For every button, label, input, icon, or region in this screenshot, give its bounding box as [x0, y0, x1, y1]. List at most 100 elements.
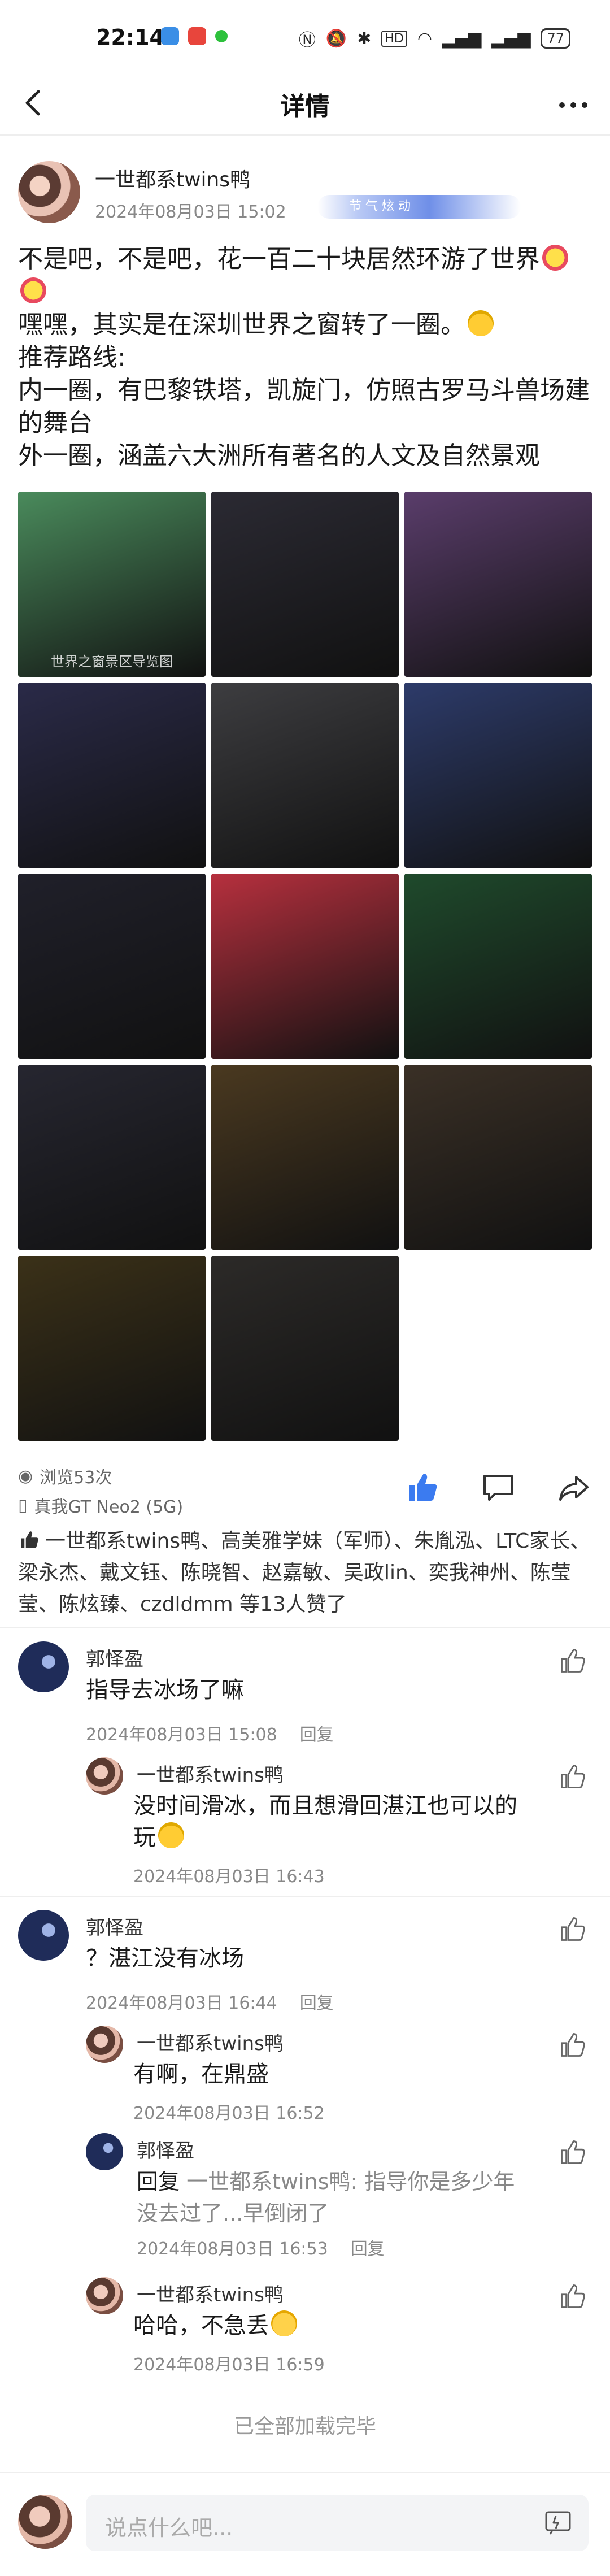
sunglasses-emoji-icon [158, 1822, 184, 1848]
comment-author[interactable]: 郭怿盈 [86, 1644, 143, 1671]
more-icon[interactable] [554, 88, 593, 122]
post-photo[interactable] [211, 683, 399, 868]
like-icon[interactable] [558, 1914, 587, 1944]
post-stats: ◉ 浏览53次 ▯ 真我GT Neo2 (5G) [18, 1463, 592, 1520]
author-badge: 节 气 炫 动 [317, 195, 521, 219]
notification-app-icon [161, 27, 179, 45]
comment-time: 2024年08月03日 16:53 [137, 2239, 328, 2259]
comment-author[interactable]: 一世都系twins鸭 [137, 1760, 284, 1787]
post-photo[interactable] [404, 492, 592, 677]
status-indicators: Ⓝ 🔕 ✱ HD ◠ ▂▄▆ ▂▄▆ 77 [299, 26, 570, 51]
post-actions [404, 1469, 592, 1505]
post-photo[interactable] [18, 874, 206, 1059]
share-icon[interactable] [556, 1469, 592, 1505]
comment-input[interactable]: 说点什么吧... [86, 2495, 589, 2551]
clown-emoji-icon [20, 277, 46, 303]
post-line: 推荐路线: [18, 343, 126, 372]
post-content: 不是吧，不是吧，花一百二十块居然环游了世界 嘿嘿，其实是在深圳世界之窗转了一圈。… [18, 243, 592, 472]
avatar[interactable] [18, 2495, 72, 2549]
wechat-icon [215, 30, 228, 42]
avatar[interactable] [86, 2277, 123, 2314]
comment-text-content: 哈哈，不急丢 [133, 2313, 269, 2339]
post-author: 一世都系twins鸭 2024年08月03日 15:02 节 气 炫 动 [18, 161, 592, 229]
avatar[interactable] [86, 1757, 123, 1795]
like-icon[interactable] [558, 2138, 587, 2167]
comment-meta: 2024年08月03日 16:53 回复 [137, 2235, 385, 2260]
battery-icon: 77 [541, 28, 570, 49]
like-icon[interactable] [558, 1762, 587, 1791]
like-icon[interactable] [404, 1469, 441, 1505]
reply-prefix: 回复 [137, 2169, 180, 2194]
page-title: 详情 [280, 92, 330, 121]
comment-text: 有啊，在鼎盛 [133, 2061, 269, 2087]
notification-app-icon [188, 27, 206, 45]
post-photo[interactable] [404, 683, 592, 868]
post-photo[interactable] [211, 874, 399, 1059]
post-photo[interactable] [211, 492, 399, 677]
comment-author[interactable]: 郭怿盈 [86, 1912, 143, 1940]
avatar[interactable] [18, 1910, 69, 1961]
like-icon[interactable] [558, 1646, 587, 1675]
comment-bar: 说点什么吧... [0, 2472, 610, 2576]
nav-bar: 详情 [0, 73, 610, 136]
likes-list: 一世都系twins鸭、高美雅学妹（军师）、朱胤泓、LTC家长、梁永杰、戴文钰、陈… [18, 1526, 592, 1621]
comment-author[interactable]: 一世都系twins鸭 [137, 2279, 284, 2307]
avatar[interactable] [18, 161, 80, 223]
status-app-icons [161, 27, 228, 45]
post-photo[interactable] [404, 1065, 592, 1250]
views-row: ◉ 浏览53次 [18, 1463, 112, 1488]
divider [0, 1627, 610, 1628]
all-loaded-text: 已全部加载完毕 [233, 2415, 376, 2438]
comment-meta: 2024年08月03日 16:44 回复 [86, 1989, 334, 2014]
post-photo[interactable] [211, 1065, 399, 1250]
photo-grid: 世界之窗景区导览图 [18, 492, 592, 1441]
reply-button[interactable]: 回复 [300, 1993, 334, 2013]
status-time: 22:14 [96, 25, 164, 50]
post-photo[interactable] [211, 1256, 399, 1441]
comment-author[interactable]: 郭怿盈 [137, 2135, 194, 2163]
comment-text-content: 没时间滑冰，而且想滑回湛江也可以的玩 [133, 1793, 517, 1850]
comment-time: 2024年08月03日 16:52 [133, 2104, 325, 2123]
sunglasses-emoji-icon [468, 310, 494, 336]
author-name[interactable]: 一世都系twins鸭 [95, 163, 250, 193]
smile-emoji-icon [271, 2310, 297, 2336]
post-photo[interactable] [404, 874, 592, 1059]
status-bar: 22:14 Ⓝ 🔕 ✱ HD ◠ ▂▄▆ ▂▄▆ 77 [0, 0, 610, 73]
signal-icon: ▂▄▆ [442, 28, 482, 49]
comment-text: 指导去冰场了嘛 [86, 1677, 244, 1703]
like-icon[interactable] [558, 2030, 587, 2060]
post-line: 外一圈，涵盖六大洲所有著名的人文及自然景观 [18, 441, 540, 470]
comment-time: 2024年08月03日 15:08 [86, 1725, 277, 1745]
device-name: 真我GT Neo2 (5G) [34, 1497, 184, 1517]
view-count: 浏览53次 [40, 1468, 112, 1488]
thumb-up-icon [21, 1531, 38, 1548]
reply-button[interactable]: 回复 [300, 1725, 334, 1745]
phone-icon: ▯ [18, 1495, 28, 1515]
avatar[interactable] [86, 2026, 123, 2063]
likes-text[interactable]: 一世都系twins鸭、高美雅学妹（军师）、朱胤泓、LTC家长、梁永杰、戴文钰、陈… [18, 1530, 590, 1616]
post-time: 2024年08月03日 15:02 [95, 202, 286, 222]
post-photo[interactable] [18, 1065, 206, 1250]
avatar[interactable] [18, 1641, 69, 1692]
like-icon[interactable] [558, 2282, 587, 2311]
comment-text: 哈哈，不急丢 [133, 2310, 297, 2342]
bluetooth-icon: ✱ [357, 28, 372, 49]
mute-icon: 🔕 [325, 28, 347, 49]
comment-input-placeholder: 说点什么吧... [105, 2516, 233, 2540]
reply-button[interactable]: 回复 [351, 2239, 385, 2259]
signal-icon: ▂▄▆ [491, 28, 531, 49]
clown-emoji-icon [542, 245, 568, 271]
post-photo[interactable] [18, 1256, 206, 1441]
comment-author[interactable]: 一世都系twins鸭 [137, 2028, 284, 2056]
comment-time: 2024年08月03日 16:59 [133, 2355, 325, 2375]
emoji-icon[interactable] [544, 2510, 572, 2535]
comment-text: 回复 一世都系twins鸭: 指导你是多少年没去过了...早倒闭了 [137, 2166, 532, 2229]
post-line: 不是吧，不是吧，花一百二十块居然环游了世界 [18, 245, 540, 273]
post-photo[interactable] [18, 683, 206, 868]
comment-icon[interactable] [480, 1469, 516, 1505]
post-line: 内一圈，有巴黎铁塔，凯旋门，仿照古罗马斗兽场建的舞台 [18, 376, 590, 437]
avatar[interactable] [86, 2133, 123, 2170]
comment-text: 没时间滑冰，而且想滑回湛江也可以的玩 [133, 1790, 523, 1853]
nfc-icon: Ⓝ [298, 31, 316, 50]
post-photo[interactable]: 世界之窗景区导览图 [18, 492, 206, 677]
